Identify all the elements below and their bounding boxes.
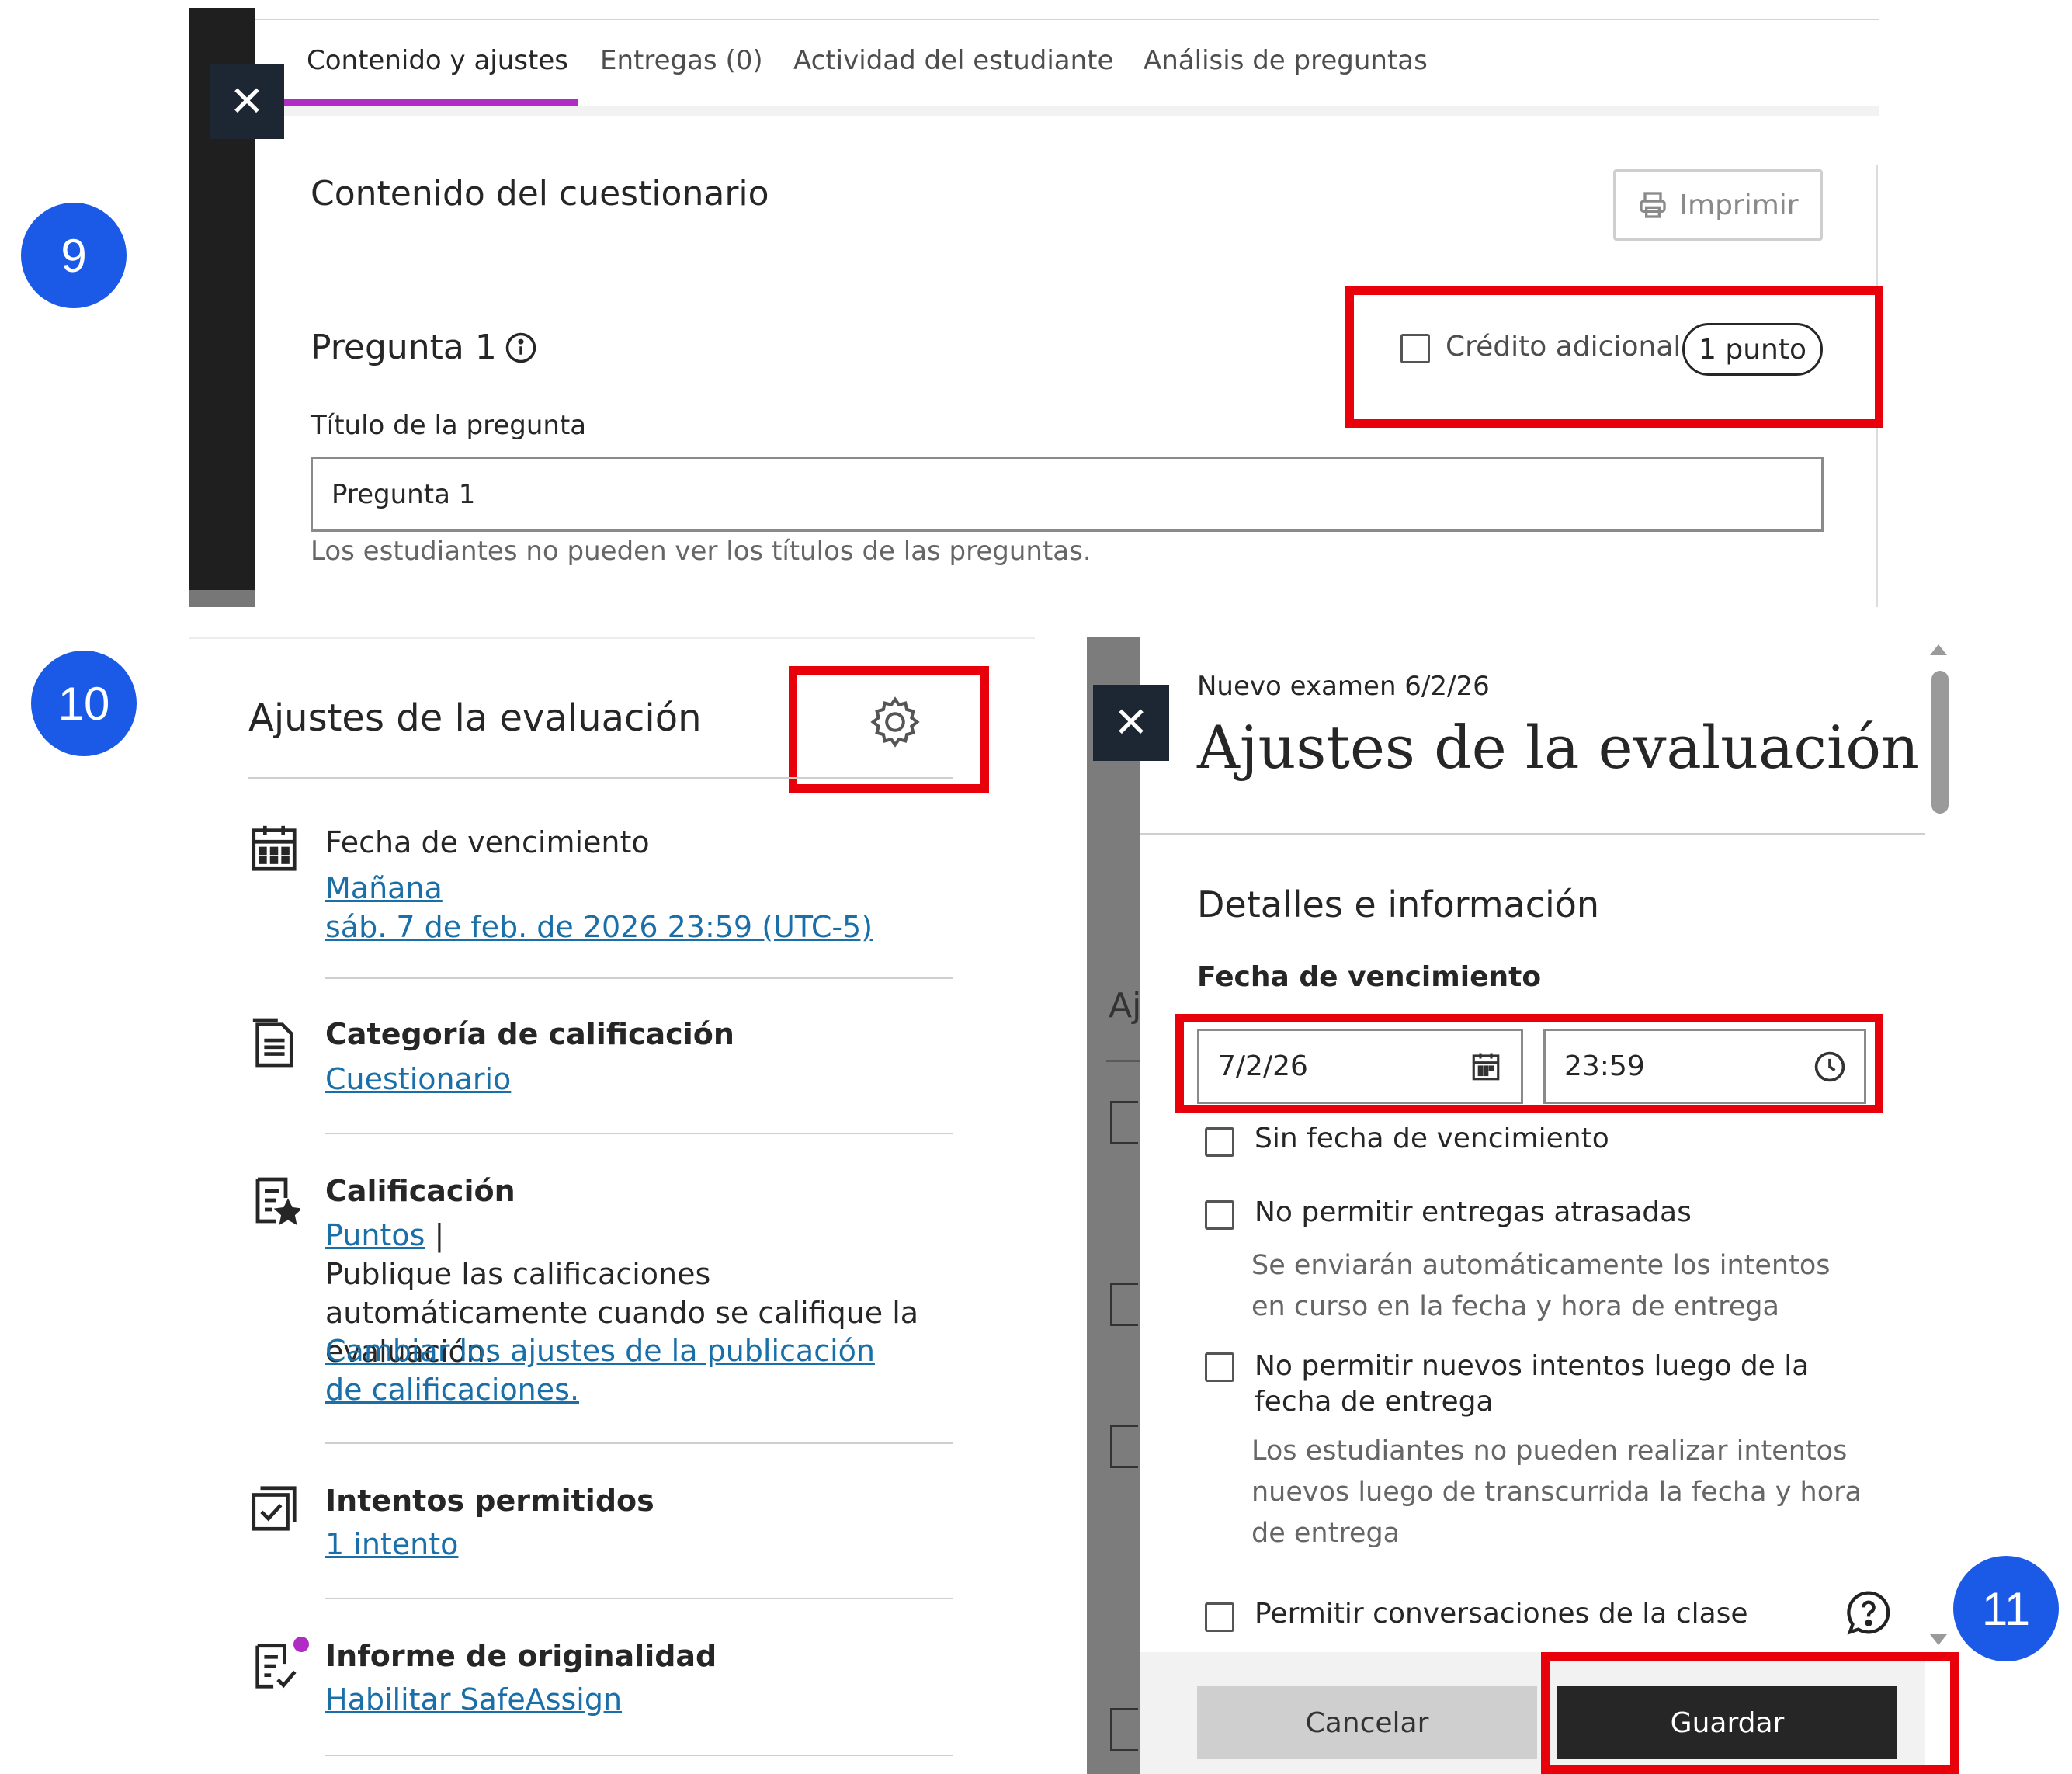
dialog-due-label: Fecha de vencimiento [1197,961,1542,993]
close-icon: ✕ [1113,698,1149,747]
attempts-label: Intentos permitidos [325,1484,654,1518]
tabs-bottom-shadow [255,106,1879,116]
active-tab-underline [283,99,578,106]
tab-entregas[interactable]: Entregas (0) [600,45,763,76]
due-date-link-full[interactable]: sáb. 7 de feb. de 2026 23:59 (UTC-5) [325,908,873,946]
no-due-date-label: Sin fecha de vencimiento [1255,1123,1609,1154]
dialog-close-button[interactable]: ✕ [1093,685,1169,761]
top-divider [255,19,1879,20]
settings-title-divider [248,777,953,779]
question-title-input[interactable]: Pregunta 1 [311,457,1824,532]
highlight-gear [789,666,989,793]
highlight-extra-credit [1345,286,1883,428]
dialog-backdrop-strip [1087,637,1140,1774]
backdrop-peek-rule [1106,1060,1140,1062]
grading-points-link[interactable]: Puntos [325,1218,425,1252]
safeassign-link[interactable]: Habilitar SafeAssign [325,1680,622,1719]
backdrop-peek-text: Aj [1109,986,1142,1026]
settings-top-rule [189,637,1035,639]
no-late-submissions-help: Se enviarán automáticamente los intentos… [1251,1250,1831,1322]
details-section-title: Detalles e información [1197,884,1600,925]
no-new-attempts-help: Los estudiantes no pueden realizar inten… [1251,1436,1862,1549]
grade-category-label: Categoría de calificación [325,1017,734,1051]
no-due-date-checkbox[interactable] [1205,1127,1234,1157]
backdrop-peek-icon-2 [1110,1283,1138,1326]
step-badge-11: 11 [1953,1556,2059,1661]
question-title-value: Pregunta 1 [331,478,476,510]
help-bubble-icon[interactable] [1844,1588,1893,1637]
print-button[interactable]: Imprimir [1613,169,1823,241]
attempts-link[interactable]: 1 intento [325,1525,458,1564]
grading-star-icon [255,1177,300,1225]
no-late-submissions-checkbox[interactable] [1205,1200,1234,1230]
tab-contenido-y-ajustes[interactable]: Contenido y ajustes [307,45,568,76]
due-date-label: Fecha de vencimiento [325,825,650,859]
class-conversations-checkbox[interactable] [1205,1602,1234,1632]
close-panel-button[interactable]: ✕ [210,64,284,139]
step-badge-10: 10 [31,651,137,756]
settings-title: Ajustes de la evaluación [248,696,702,740]
cancel-button[interactable]: Cancelar [1197,1686,1537,1759]
originality-notification-dot [293,1637,309,1652]
grading-label: Calificación [325,1174,515,1208]
dialog-subtitle: Nuevo examen 6/2/26 [1197,671,1490,702]
due-date-link-manana[interactable]: Mañana [325,869,443,908]
divider-due [325,977,953,979]
section-title: Contenido del cuestionario [311,174,769,214]
question-title-help: Los estudiantes no pueden ver los título… [311,536,1092,567]
tab-actividad-del-estudiante[interactable]: Actividad del estudiante [793,45,1113,76]
scroll-up-arrow[interactable] [1930,644,1947,655]
highlight-save [1541,1652,1959,1774]
scroll-down-arrow[interactable] [1930,1634,1947,1645]
print-label: Imprimir [1679,189,1799,221]
divider-grading [325,1442,953,1444]
class-conversations-label: Permitir conversaciones de la clase [1255,1598,1748,1630]
divider-attempts [325,1598,953,1599]
calendar-icon [252,825,297,871]
document-icon [252,1018,293,1068]
grading-separator: | [434,1218,445,1252]
step-badge-9: 9 [21,203,127,308]
grading-points-row: Puntos | [325,1216,444,1255]
highlight-date-time [1175,1014,1883,1113]
scrollbar-thumb[interactable] [1931,671,1949,814]
originality-label: Informe de originalidad [325,1639,717,1673]
no-new-attempts-checkbox[interactable] [1205,1352,1234,1382]
grade-category-link[interactable]: Cuestionario [325,1060,511,1099]
divider-originality [325,1755,953,1756]
question-heading: Pregunta 1 [311,328,497,367]
dialog-header-divider [1140,833,1925,835]
attempts-checkbox-icon [252,1486,297,1531]
printer-icon [1640,192,1667,218]
info-icon[interactable] [505,332,537,364]
question-title-label: Título de la pregunta [311,410,587,441]
quiz-panel-bottom-strip [189,590,255,607]
grading-change-link[interactable]: Cambiar los ajustes de la publicación de… [325,1331,915,1409]
dialog-title: Ajustes de la evaluación [1197,713,1919,782]
backdrop-peek-icon-3 [1110,1425,1138,1468]
backdrop-peek-icon-1 [1110,1101,1138,1144]
close-icon: ✕ [229,77,265,126]
backdrop-peek-icon-4 [1110,1708,1138,1751]
divider-category [325,1133,953,1134]
no-new-attempts-label: No permitir nuevos intentos luego de la … [1255,1350,1810,1418]
no-late-submissions-label: No permitir entregas atrasadas [1255,1196,1692,1228]
tab-analisis-de-preguntas[interactable]: Análisis de preguntas [1144,45,1428,76]
